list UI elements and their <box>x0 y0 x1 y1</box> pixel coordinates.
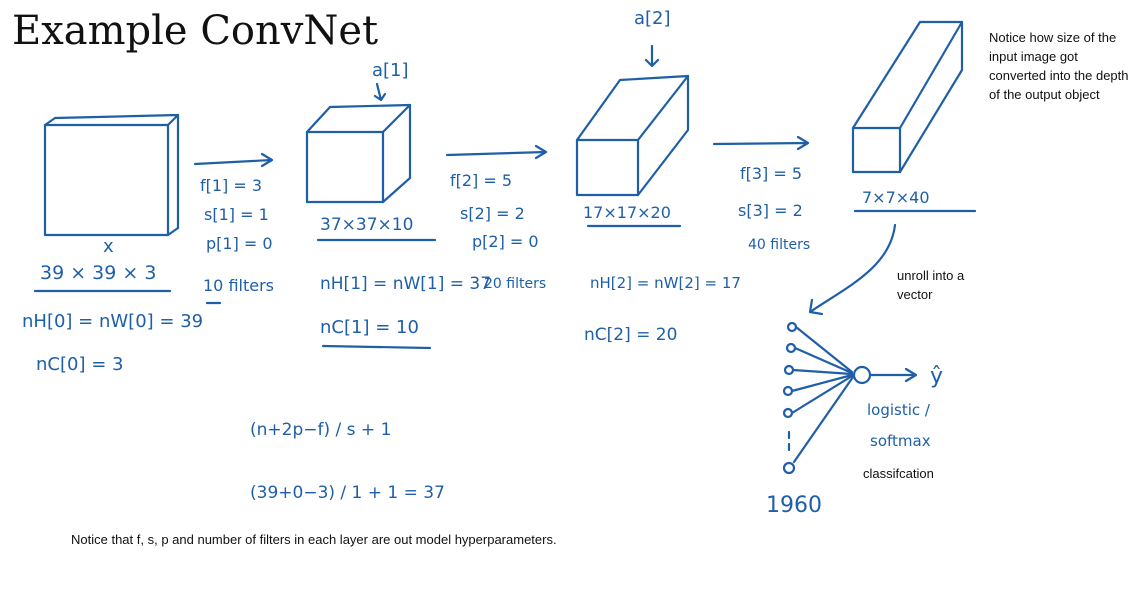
layer3-dims: 7×7×40 <box>862 188 930 207</box>
layer2-arrow <box>445 144 548 160</box>
output-unit <box>852 365 872 385</box>
vector-size: 1960 <box>766 493 822 518</box>
layer2-s: s[2] = 2 <box>460 204 525 223</box>
output-arrow <box>868 367 918 383</box>
layer1-f: f[1] = 3 <box>200 176 262 195</box>
layer1-arrow <box>193 152 274 168</box>
a1-pointer-arrow <box>373 82 387 102</box>
formula-applied: (39+0−3) / 1 + 1 = 37 <box>250 483 445 503</box>
y-hat: ŷ <box>930 364 943 389</box>
a2-label: a[2] <box>634 8 671 29</box>
layer2-dims: 17×17×20 <box>583 203 671 222</box>
classification-note: classifcation <box>863 466 934 481</box>
layer2-nc: nC[2] = 20 <box>584 325 677 345</box>
hyperparameters-note: Notice that f, s, p and number of filter… <box>71 532 557 547</box>
input-dims: 39 × 39 × 3 <box>40 262 156 284</box>
layer1-nh-nw: nH[1] = nW[1] = 37 <box>320 274 491 294</box>
layer3-s: s[3] = 2 <box>738 201 803 220</box>
layer2-nh-nw: nH[2] = nW[2] = 17 <box>590 274 741 292</box>
layer1-dims: 37×37×10 <box>320 215 413 235</box>
layer3-arrow <box>712 135 810 151</box>
layer3-filters: 40 filters <box>748 237 810 253</box>
layer1-s: s[1] = 1 <box>204 205 269 224</box>
input-volume <box>43 113 180 237</box>
logistic-label: logistic / <box>867 401 931 419</box>
input-x-label: x <box>103 236 114 257</box>
formula-general: (n+2p−f) / s + 1 <box>250 420 391 440</box>
layer1-nc: nC[1] = 10 <box>320 317 419 338</box>
softmax-label: softmax <box>870 432 931 450</box>
layer2-f: f[2] = 5 <box>450 171 512 190</box>
volume-17x17x20 <box>575 74 690 197</box>
layer1-filters: 10 filters <box>203 276 274 295</box>
volume-7x7x40 <box>851 20 964 174</box>
depth-note: Notice how size of the input image got c… <box>989 30 1129 102</box>
unroll-arrow <box>808 223 897 316</box>
a2-pointer-arrow <box>644 44 660 68</box>
a1-label: a[1] <box>372 60 409 81</box>
layer2-p: p[2] = 0 <box>472 232 539 251</box>
layer2-filters: 20 filters <box>484 276 546 292</box>
layer1-nc-underline <box>321 344 432 350</box>
layer1-p: p[1] = 0 <box>206 234 273 253</box>
layer3-f: f[3] = 5 <box>740 164 802 183</box>
unroll-note: unroll into a vector <box>897 268 965 302</box>
unrolled-vector <box>782 321 798 475</box>
fan-in-connections <box>790 325 855 464</box>
input-nc: nC[0] = 3 <box>36 354 123 375</box>
volume-37x37x10 <box>305 103 412 204</box>
input-nh-nw: nH[0] = nW[0] = 39 <box>22 311 203 332</box>
